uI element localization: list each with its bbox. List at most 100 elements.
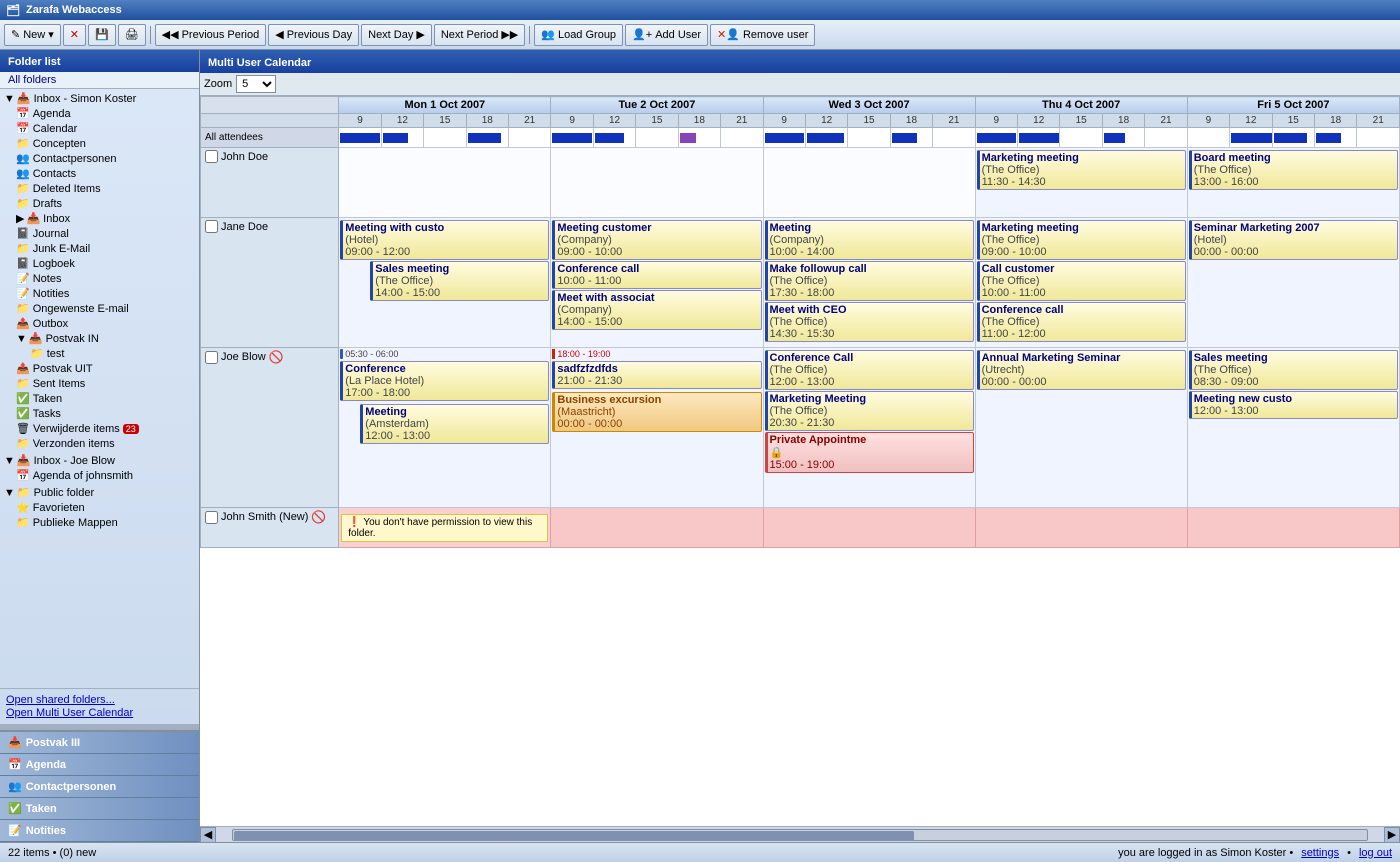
add-user-button[interactable]: 👤+ Add User <box>625 24 708 46</box>
event-make-followup[interactable]: Make followup call (The Office) 17:30 - … <box>765 261 974 301</box>
john-doe-thu[interactable]: Marketing meeting (The Office) 11:30 - 1… <box>975 148 1187 218</box>
prev-day-button[interactable]: ◀ Previous Day <box>268 24 359 46</box>
bottom-panel-postvak[interactable]: 📥 Postvak III <box>0 732 199 754</box>
event-meeting-custo[interactable]: Meeting with custo (Hotel) 09:00 - 12:00 <box>340 220 549 260</box>
sidebar-item-sent[interactable]: 📁 Sent Items <box>2 376 197 391</box>
john-smith-checkbox[interactable] <box>205 511 218 524</box>
john-doe-mon[interactable] <box>339 148 551 218</box>
sidebar-item-outbox[interactable]: 📤 Outbox <box>2 316 197 331</box>
event-conference-laplace[interactable]: Conference (La Place Hotel) 17:00 - 18:0… <box>340 361 549 401</box>
joe-blow-wed[interactable]: Conference Call (The Office) 12:00 - 13:… <box>763 348 975 508</box>
sidebar-item-notes[interactable]: 📝 Notes <box>2 271 197 286</box>
sum-tue-1 <box>551 128 593 148</box>
event-meeting-new-custo[interactable]: Meeting new custo 12:00 - 13:00 <box>1189 391 1398 419</box>
event-meet-associat[interactable]: Meet with associat (Company) 14:00 - 15:… <box>552 290 761 330</box>
event-call-customer[interactable]: Call customer (The Office) 10:00 - 11:00 <box>977 261 1186 301</box>
sidebar-item-verzonden[interactable]: 📁 Verzonden items <box>2 436 197 451</box>
event-marketing-meeting-joe[interactable]: Marketing Meeting (The Office) 20:30 - 2… <box>765 391 974 431</box>
john-doe-fri[interactable]: Board meeting (The Office) 13:00 - 16:00 <box>1187 148 1399 218</box>
john-doe-tue[interactable] <box>551 148 763 218</box>
logout-link[interactable]: log out <box>1359 847 1392 859</box>
jane-doe-tue[interactable]: Meeting customer (Company) 09:00 - 10:00… <box>551 218 763 348</box>
open-multi-user-cal-link[interactable]: Open Multi User Calendar <box>6 707 193 719</box>
event-business-excursion[interactable]: Business excursion (Maastricht) 00:00 - … <box>552 392 761 432</box>
sidebar-item-postvak-in[interactable]: ▼ 📥 Postvak IN <box>2 331 197 346</box>
sidebar-item-inbox-joe[interactable]: ▼ 📥 Inbox - Joe Blow <box>2 453 197 468</box>
sidebar-item-agenda[interactable]: 📅 Agenda <box>2 106 197 121</box>
joe-blow-mon[interactable]: 05:30 - 06:00 Conference (La Place Hotel… <box>339 348 551 508</box>
joe-blow-checkbox[interactable] <box>205 351 218 364</box>
sidebar-item-publieke-mappen[interactable]: 📁 Publieke Mappen <box>2 515 197 530</box>
scroll-left-button[interactable]: ◀ <box>200 827 216 843</box>
john-doe-checkbox[interactable] <box>205 150 218 163</box>
sidebar-item-journal[interactable]: 📓 Journal <box>2 226 197 241</box>
sidebar-item-contactpersonen[interactable]: 👥 Contactpersonen <box>2 151 197 166</box>
horizontal-scrollbar[interactable] <box>232 829 1368 841</box>
sidebar-item-tasks[interactable]: ✅ Tasks <box>2 406 197 421</box>
sidebar-item-contacts[interactable]: 👥 Contacts <box>2 166 197 181</box>
sidebar-item-logboek[interactable]: 📓 Logboek <box>2 256 197 271</box>
joe-blow-fri[interactable]: Sales meeting (The Office) 08:30 - 09:00… <box>1187 348 1399 508</box>
event-conf-call[interactable]: Conference Call (The Office) 12:00 - 13:… <box>765 350 974 390</box>
settings-link[interactable]: settings <box>1301 847 1339 859</box>
sidebar-item-notities[interactable]: 📝 Notities <box>2 286 197 301</box>
sidebar-all-folders[interactable]: All folders <box>0 72 199 89</box>
sidebar-item-agenda-johnsmith[interactable]: 📅 Agenda of johnsmith <box>2 468 197 483</box>
sidebar-item-taken[interactable]: ✅ Taken <box>2 391 197 406</box>
print-button[interactable]: 🖨 <box>118 24 146 46</box>
day-header-row: Mon 1 Oct 2007 Tue 2 Oct 2007 Wed 3 Oct … <box>201 97 1400 114</box>
jane-doe-wed[interactable]: Meeting (Company) 10:00 - 14:00 Make fol… <box>763 218 975 348</box>
open-shared-folders-link[interactable]: Open shared folders... <box>6 694 193 706</box>
bottom-panel-agenda[interactable]: 📅 Agenda <box>0 754 199 776</box>
sidebar-item-favorieten[interactable]: ⭐ Favorieten <box>2 500 197 515</box>
jane-doe-thu[interactable]: Marketing meeting (The Office) 09:00 - 1… <box>975 218 1187 348</box>
event-sales-meeting[interactable]: Sales meeting (The Office) 14:00 - 15:00 <box>370 261 549 301</box>
sidebar-item-ongewenste[interactable]: 📁 Ongewenste E-mail <box>2 301 197 316</box>
event-annual-seminar[interactable]: Annual Marketing Seminar (Utrecht) 00:00… <box>977 350 1186 390</box>
event-seminar-marketing[interactable]: Seminar Marketing 2007 (Hotel) 00:00 - 0… <box>1189 220 1398 260</box>
next-day-button[interactable]: Next Day ▶ <box>361 24 432 46</box>
event-conference-call[interactable]: Conference call 10:00 - 11:00 <box>552 261 761 289</box>
event-meet-ceo[interactable]: Meet with CEO (The Office) 14:30 - 15:30 <box>765 302 974 342</box>
bottom-panel-notities[interactable]: 📝 Notities <box>0 820 199 842</box>
sidebar-item-verwijderde[interactable]: 🗑 Verwijderde items 23 <box>2 421 197 436</box>
event-sales-meeting-joe[interactable]: Sales meeting (The Office) 08:30 - 09:00 <box>1189 350 1398 390</box>
sidebar-item-inbox-simon[interactable]: ▼ 📥 Inbox - Simon Koster <box>2 91 197 106</box>
sidebar-item-drafts[interactable]: 📁 Drafts <box>2 196 197 211</box>
next-period-button[interactable]: Next Period ▶▶ <box>434 24 525 46</box>
prev-period-button[interactable]: ◀◀ Previous Period <box>155 24 267 46</box>
event-meeting-customer[interactable]: Meeting customer (Company) 09:00 - 10:00 <box>552 220 761 260</box>
save-button[interactable]: 💾 <box>88 24 116 46</box>
event-marketing-meeting-jane[interactable]: Marketing meeting (The Office) 09:00 - 1… <box>977 220 1186 260</box>
sidebar-item-concepten[interactable]: 📁 Concepten <box>2 136 197 151</box>
joe-blow-tue[interactable]: 18:00 - 19:00 sadfzfzdfds 21:00 - 21:30 … <box>551 348 763 508</box>
sidebar-item-inbox-sub[interactable]: ▶ 📥 Inbox <box>2 211 197 226</box>
sidebar-item-test[interactable]: 📁 test <box>2 346 197 361</box>
bottom-panel-taken[interactable]: ✅ Taken <box>0 798 199 820</box>
event-meeting-amsterdam[interactable]: Meeting (Amsterdam) 12:00 - 13:00 <box>360 404 549 444</box>
event-conference-call-jane[interactable]: Conference call (The Office) 11:00 - 12:… <box>977 302 1186 342</box>
sidebar-item-postvak-uit[interactable]: 📤 Postvak UIT <box>2 361 197 376</box>
event-private-appt[interactable]: Private Appointme 🔒 15:00 - 19:00 <box>765 432 974 473</box>
bottom-panel-contactpersonen[interactable]: 👥 Contactpersonen <box>0 776 199 798</box>
remove-user-button[interactable]: ✕👤 Remove user <box>710 24 815 46</box>
sidebar-item-public-folder[interactable]: ▼ 📁 Public folder <box>2 485 197 500</box>
jane-doe-mon[interactable]: Meeting with custo (Hotel) 09:00 - 12:00… <box>339 218 551 348</box>
event-meeting-company[interactable]: Meeting (Company) 10:00 - 14:00 <box>765 220 974 260</box>
sidebar-item-calendar[interactable]: 📅 Calendar <box>2 121 197 136</box>
event-sadfzfzdfds[interactable]: sadfzfzdfds 21:00 - 21:30 <box>552 361 761 389</box>
event-marketing-meeting-john[interactable]: Marketing meeting (The Office) 11:30 - 1… <box>977 150 1186 190</box>
calendar-grid-container[interactable]: Mon 1 Oct 2007 Tue 2 Oct 2007 Wed 3 Oct … <box>200 96 1400 826</box>
joe-blow-thu[interactable]: Annual Marketing Seminar (Utrecht) 00:00… <box>975 348 1187 508</box>
new-button[interactable]: ✎ New ▾ <box>4 24 61 46</box>
jane-doe-fri[interactable]: Seminar Marketing 2007 (Hotel) 00:00 - 0… <box>1187 218 1399 348</box>
scroll-right-button[interactable]: ▶ <box>1384 827 1400 843</box>
load-group-button[interactable]: 👥 Load Group <box>534 24 623 46</box>
event-board-meeting-john[interactable]: Board meeting (The Office) 13:00 - 16:00 <box>1189 150 1398 190</box>
john-doe-wed[interactable] <box>763 148 975 218</box>
zoom-select[interactable]: 1234 5678 <box>236 75 276 93</box>
jane-doe-checkbox[interactable] <box>205 220 218 233</box>
sidebar-item-deleted[interactable]: 📁 Deleted Items <box>2 181 197 196</box>
delete-button[interactable]: ✕ <box>63 24 86 46</box>
sidebar-item-junk[interactable]: 📁 Junk E-Mail <box>2 241 197 256</box>
